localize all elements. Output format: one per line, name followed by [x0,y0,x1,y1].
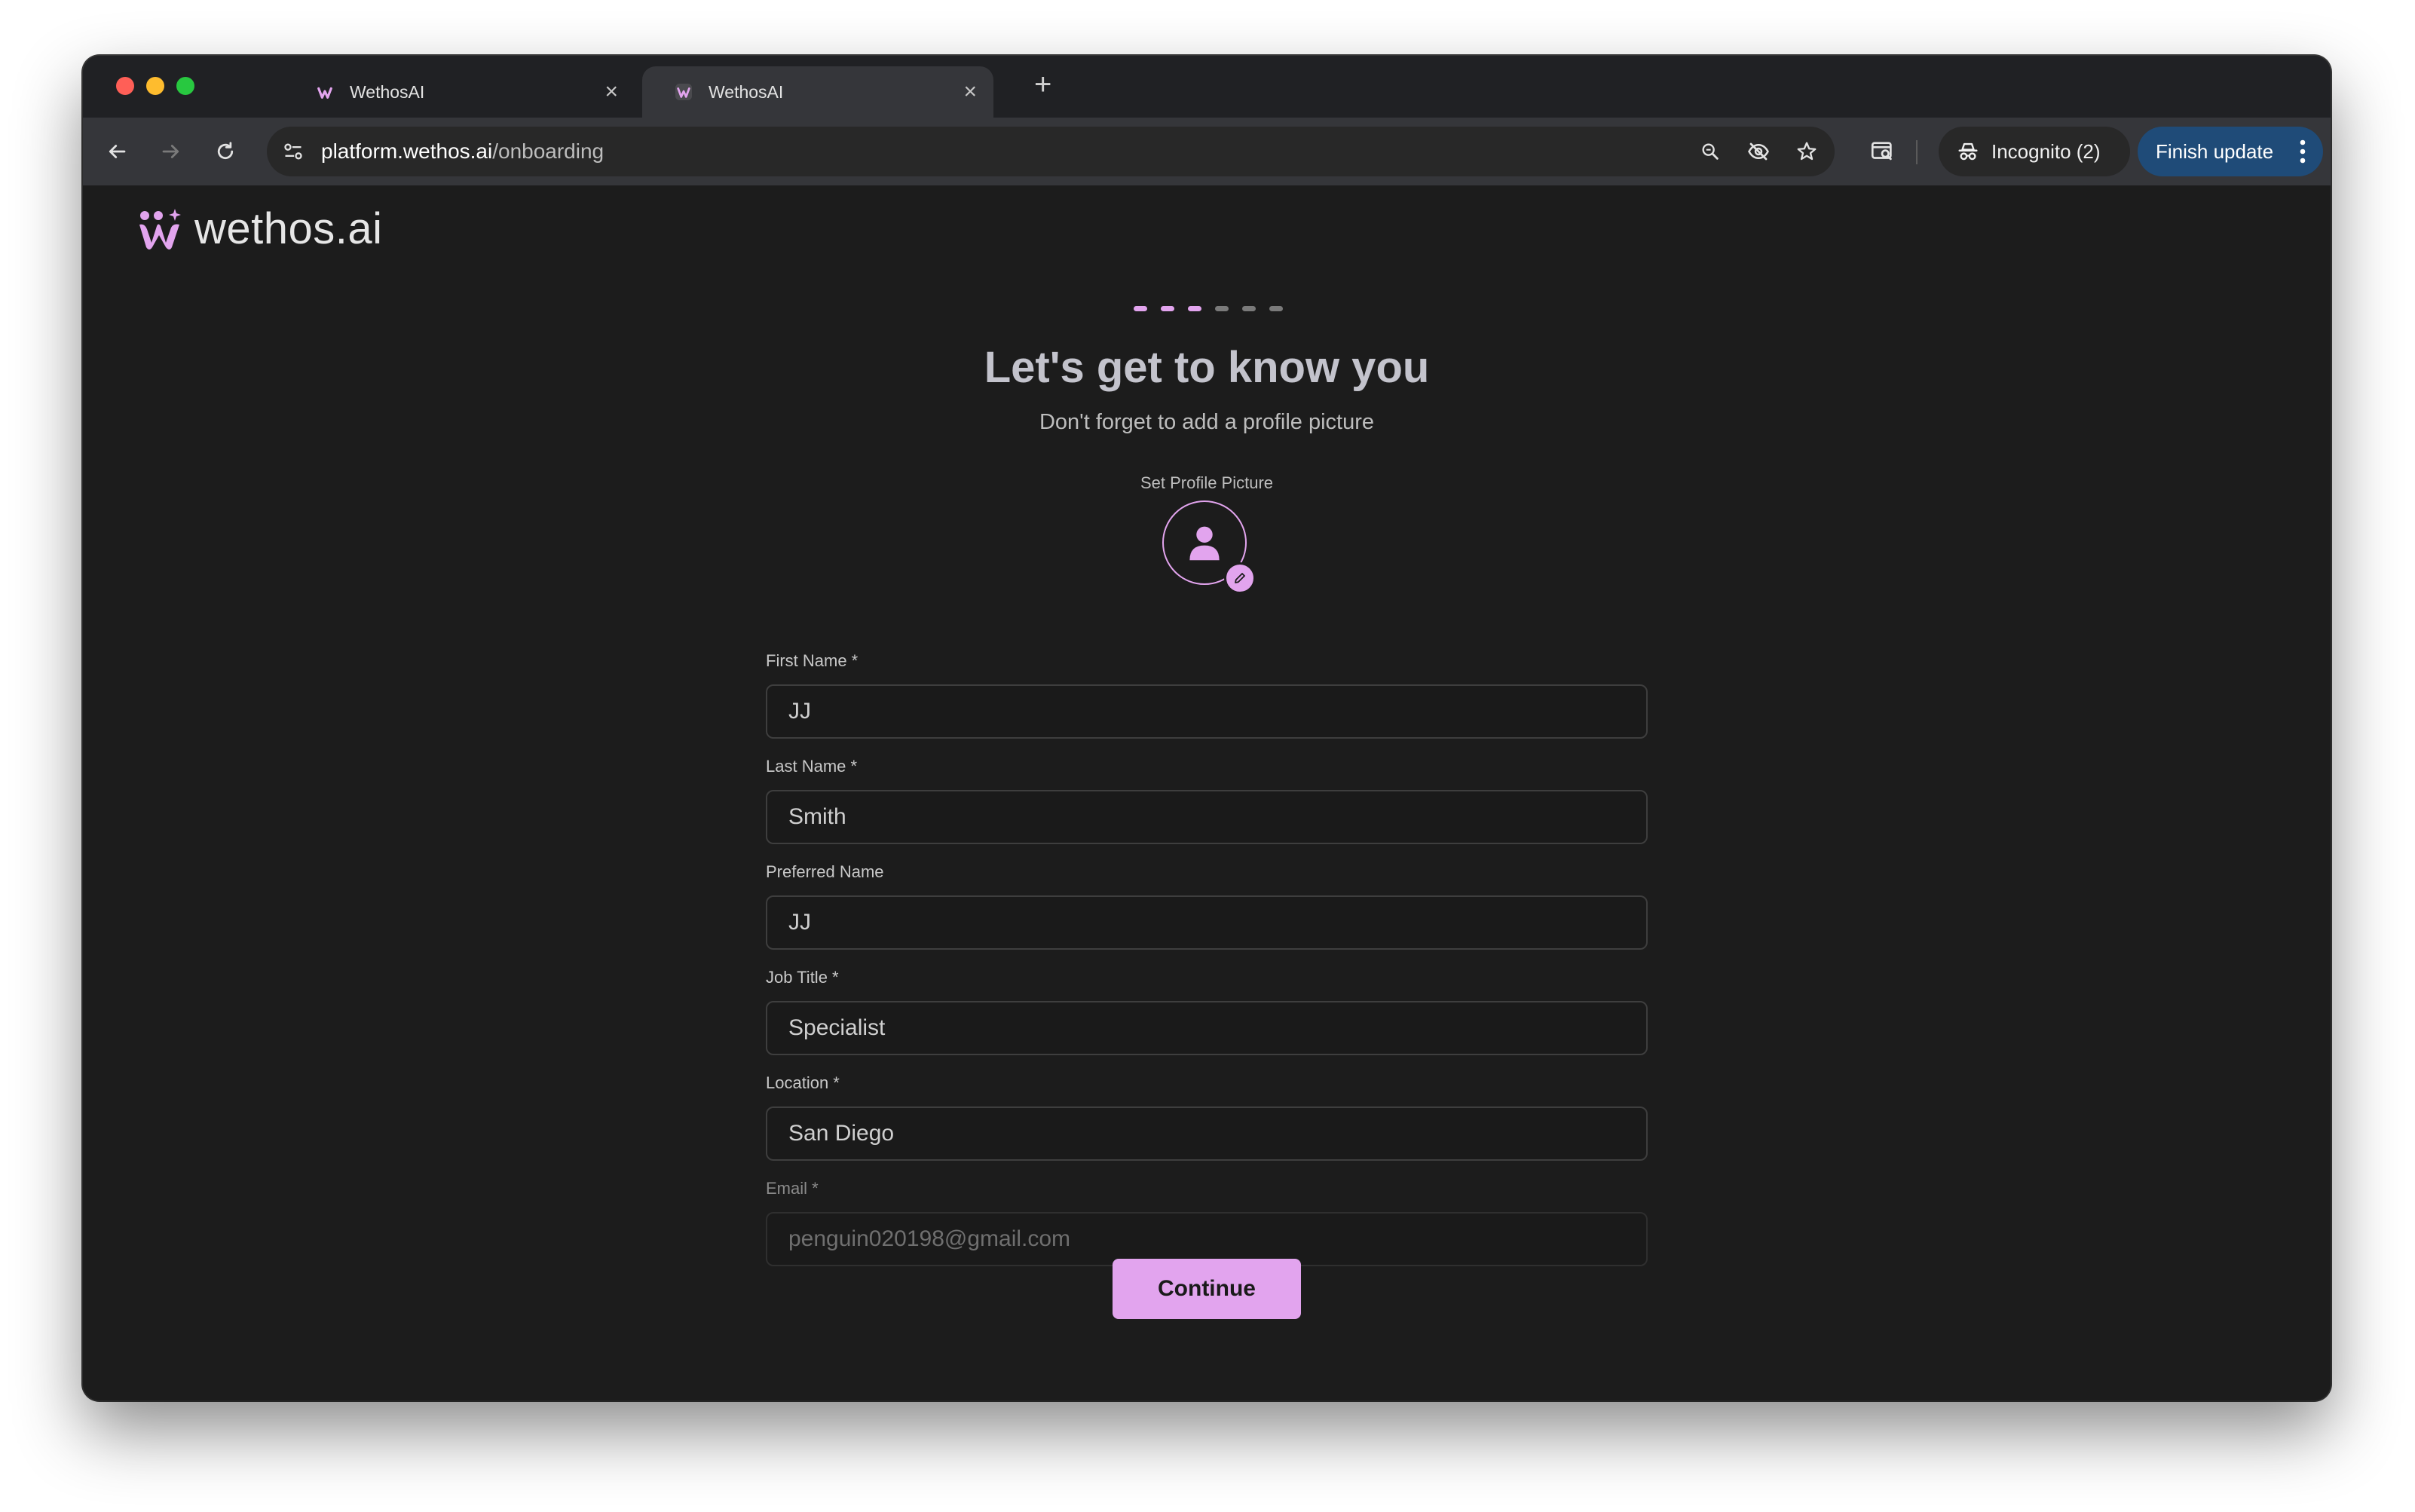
page-content: wethos.ai Let's get to know you Don't fo… [83,185,2331,1400]
job-title-input[interactable] [766,1001,1648,1055]
back-arrow-icon [109,145,126,158]
first-name-input[interactable] [766,684,1648,739]
tab-bar: WethosAI × WethosAI × + [83,56,2331,118]
job-title-label: Job Title * [766,968,839,987]
first-name-label: First Name * [766,651,859,670]
close-window-button[interactable] [116,77,134,95]
incognito-label: Incognito (2) [1991,139,2101,163]
continue-button[interactable]: Continue [1113,1259,1301,1319]
toolbar-divider [1916,140,1918,164]
site-settings-icon[interactable] [277,136,309,167]
url-host: platform.wethos.ai [321,139,493,163]
progress-step [1134,306,1147,311]
wethos-favicon-icon [675,84,692,100]
forward-button[interactable] [152,133,190,170]
progress-step [1269,306,1283,311]
wethos-logo-icon [139,208,181,249]
minimize-window-button[interactable] [146,77,164,95]
browser-toolbar: platform.wethos.ai/onboarding Incognito … [83,118,2331,185]
pencil-icon [1235,573,1245,583]
reload-icon [217,142,234,160]
preferred-name-label: Preferred Name [766,862,884,881]
tab-wethosai-1[interactable]: WethosAI × [283,66,635,118]
tab-title: WethosAI [350,81,425,102]
tab-search-icon[interactable] [1863,133,1901,170]
progress-step [1215,306,1229,311]
url-text: platform.wethos.ai/onboarding [321,139,604,164]
finish-update-label: Finish update [2156,139,2274,163]
new-tab-button[interactable]: + [1034,69,1051,99]
forward-arrow-icon [162,145,179,158]
location-input[interactable] [766,1106,1648,1161]
browser-window: WethosAI × WethosAI × + platform.wethos.… [83,56,2331,1400]
eye-off-icon[interactable] [1743,136,1774,167]
bookmark-star-icon[interactable] [1791,136,1823,167]
incognito-icon [1958,142,1978,161]
preferred-name-input[interactable] [766,895,1648,950]
last-name-label: Last Name * [766,757,858,776]
last-name-input[interactable] [766,790,1648,844]
profile-picture-label: Set Profile Picture [1140,473,1274,492]
progress-step [1161,306,1174,311]
finish-update-button[interactable]: Finish update [2138,127,2323,176]
wethos-logo[interactable]: wethos.ai [137,204,383,254]
tab-close-icon[interactable]: × [605,77,618,107]
back-button[interactable] [98,133,136,170]
user-icon [1189,526,1220,561]
logo-wordmark: wethos.ai [194,204,383,253]
url-path: /onboarding [492,139,605,163]
tab-title: WethosAI [709,81,784,102]
page-subtitle: Don't forget to add a profile picture [1039,410,1375,434]
incognito-indicator[interactable]: Incognito (2) [1939,127,2130,176]
address-bar[interactable]: platform.wethos.ai/onboarding [267,127,1835,176]
page-title: Let's get to know you [984,343,1430,392]
wethos-favicon-icon [317,87,332,99]
email-label: Email * [766,1179,819,1198]
tab-wethosai-2[interactable]: WethosAI × [642,66,993,118]
more-vert-icon[interactable] [2299,138,2306,165]
tab-close-icon[interactable]: × [963,77,977,107]
progress-step [1188,306,1201,311]
progress-step [1242,306,1256,311]
location-label: Location * [766,1073,840,1092]
reload-button[interactable] [207,133,244,170]
zoom-icon[interactable] [1694,136,1726,167]
maximize-window-button[interactable] [176,77,194,95]
edit-profile-picture-button[interactable] [1224,562,1256,594]
